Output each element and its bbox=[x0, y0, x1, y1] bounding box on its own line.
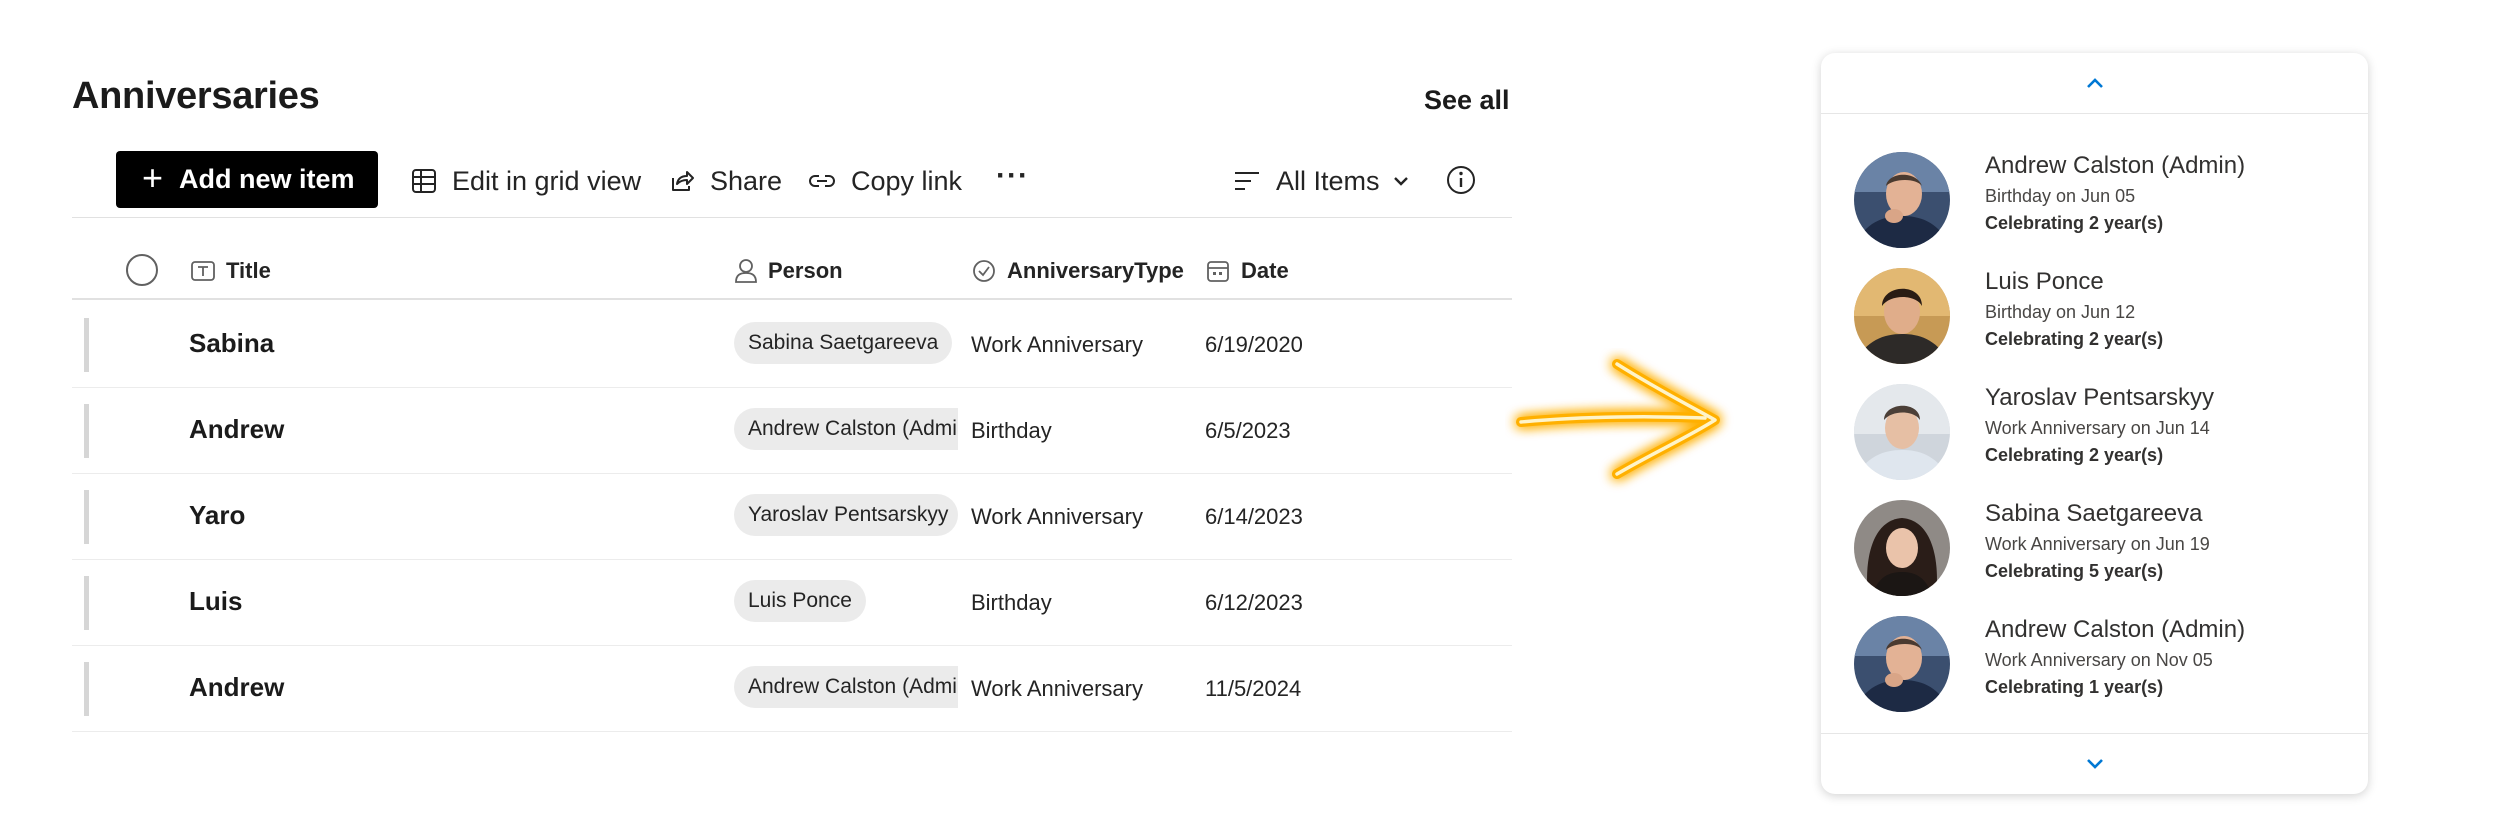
celebrating-text: Celebrating 2 year(s) bbox=[1985, 445, 2164, 465]
edit-in-grid-view-button[interactable]: Edit in grid view bbox=[410, 163, 641, 199]
celebration-item[interactable]: Sabina Saetgareeva Work Anniversary on J… bbox=[1821, 500, 2368, 616]
table-row[interactable]: Andrew Andrew Calston (Admin) Work Anniv… bbox=[72, 646, 1512, 732]
column-header-title[interactable]: Title bbox=[190, 258, 271, 284]
row-date: 6/19/2020 bbox=[1205, 332, 1303, 357]
add-new-item-label: Add new item bbox=[179, 164, 355, 194]
row-anniversary-type: Birthday bbox=[971, 590, 1052, 615]
column-type-label: AnniversaryType bbox=[1007, 258, 1184, 283]
person-name: Luis Ponce bbox=[1985, 268, 2104, 295]
share-label: Share bbox=[710, 165, 783, 196]
event-text: Work Anniversary on Jun 14 bbox=[1985, 418, 2210, 438]
list-title: Anniversaries bbox=[72, 75, 320, 117]
row-anniversary-type: Work Anniversary bbox=[971, 504, 1143, 529]
row-select-bar[interactable] bbox=[84, 576, 89, 630]
person-name: Andrew Calston (Admin) bbox=[1985, 616, 2246, 643]
anniversaries-web-part-card: Andrew Calston (Admin) Birthday on Jun 0… bbox=[1821, 53, 2368, 794]
grid-icon bbox=[412, 169, 436, 193]
select-all-checkbox[interactable] bbox=[124, 252, 170, 288]
row-select-bar[interactable] bbox=[84, 490, 89, 544]
info-button[interactable] bbox=[1445, 162, 1477, 198]
event-text: Birthday on Jun 05 bbox=[1985, 186, 2136, 206]
copy-link-button[interactable]: Copy link bbox=[807, 163, 962, 199]
avatar bbox=[1854, 384, 1950, 480]
celebrating-text: Celebrating 5 year(s) bbox=[1985, 561, 2164, 581]
row-select-bar[interactable] bbox=[84, 662, 89, 716]
row-title[interactable]: Yaro bbox=[189, 500, 245, 531]
person-pill[interactable]: Luis Ponce bbox=[734, 580, 866, 622]
view-selector-label: All Items bbox=[1276, 165, 1380, 196]
chevron-down-icon bbox=[2086, 759, 2103, 769]
choice-check-icon bbox=[973, 260, 995, 282]
event-text: Work Anniversary on Nov 05 bbox=[1985, 650, 2213, 670]
glowing-arrow-icon bbox=[1516, 359, 1720, 479]
avatar bbox=[1854, 152, 1950, 248]
link-icon bbox=[809, 175, 835, 187]
row-date: 6/14/2023 bbox=[1205, 504, 1303, 529]
person-pill[interactable]: Sabina Saetgareeva bbox=[734, 322, 953, 364]
celebration-item[interactable]: Yaroslav Pentsarskyy Work Anniversary on… bbox=[1821, 384, 2368, 500]
scroll-down-button[interactable] bbox=[1821, 733, 2368, 794]
more-actions-button[interactable]: ··· bbox=[996, 158, 1029, 194]
person-icon bbox=[735, 259, 757, 283]
table-row[interactable]: Yaro Yaroslav Pentsarskyy Work Anniversa… bbox=[72, 474, 1512, 560]
column-date-label: Date bbox=[1241, 258, 1289, 283]
avatar bbox=[1854, 616, 1950, 712]
column-person-label: Person bbox=[768, 258, 843, 283]
table-row[interactable]: Andrew Andrew Calston (Admin) Birthday 6… bbox=[72, 388, 1512, 474]
person-pill[interactable]: Andrew Calston (Admin) bbox=[734, 666, 958, 708]
row-anniversary-type: Work Anniversary bbox=[971, 676, 1143, 701]
person-pill[interactable]: Andrew Calston (Admin) bbox=[734, 408, 958, 450]
row-date: 11/5/2024 bbox=[1205, 676, 1302, 701]
table-row[interactable]: Luis Luis Ponce Birthday 6/12/2023 bbox=[72, 560, 1512, 646]
person-name: Andrew Calston (Admin) bbox=[1985, 152, 2246, 179]
person-name: Sabina Saetgareeva bbox=[1985, 500, 2203, 527]
event-text: Work Anniversary on Jun 19 bbox=[1985, 534, 2210, 554]
calendar-icon bbox=[1207, 261, 1229, 282]
text-field-icon bbox=[191, 261, 215, 281]
row-title[interactable]: Andrew bbox=[189, 414, 284, 445]
column-header-anniversary-type[interactable]: AnniversaryType bbox=[971, 258, 1184, 284]
share-icon bbox=[672, 171, 694, 191]
row-date: 6/5/2023 bbox=[1205, 418, 1291, 443]
view-selector[interactable]: All Items bbox=[1232, 163, 1412, 199]
toolbar-divider bbox=[72, 217, 1512, 218]
person-name: Yaroslav Pentsarskyy bbox=[1985, 384, 2214, 411]
copy-link-label: Copy link bbox=[851, 165, 963, 196]
column-header-person[interactable]: Person bbox=[734, 258, 843, 284]
chevron-up-icon bbox=[2086, 78, 2103, 88]
row-anniversary-type: Work Anniversary bbox=[971, 332, 1143, 357]
edit-in-grid-view-label: Edit in grid view bbox=[452, 165, 642, 196]
row-title[interactable]: Sabina bbox=[189, 328, 274, 359]
chevron-down-icon bbox=[1393, 177, 1408, 186]
column-header-date[interactable]: Date bbox=[1205, 258, 1289, 284]
row-select-bar[interactable] bbox=[84, 318, 89, 372]
add-new-item-button[interactable]: + Add new item bbox=[116, 151, 378, 208]
row-title[interactable]: Luis bbox=[189, 586, 242, 617]
celebration-item[interactable]: Andrew Calston (Admin) Work Anniversary … bbox=[1821, 616, 2368, 732]
celebrating-text: Celebrating 1 year(s) bbox=[1985, 677, 2164, 697]
table-header: Title Person AnniversaryType Date bbox=[72, 240, 1512, 300]
plus-icon: + bbox=[142, 156, 164, 198]
column-title-label: Title bbox=[226, 258, 271, 283]
celebration-item[interactable]: Andrew Calston (Admin) Birthday on Jun 0… bbox=[1821, 152, 2368, 268]
circle-check-icon bbox=[126, 254, 158, 286]
row-date: 6/12/2023 bbox=[1205, 590, 1303, 615]
celebrating-text: Celebrating 2 year(s) bbox=[1985, 213, 2164, 233]
row-title[interactable]: Andrew bbox=[189, 672, 284, 703]
person-pill[interactable]: Yaroslav Pentsarskyy bbox=[734, 494, 958, 536]
event-text: Birthday on Jun 12 bbox=[1985, 302, 2136, 322]
celebration-item[interactable]: Luis Ponce Birthday on Jun 12 Celebratin… bbox=[1821, 268, 2368, 384]
celebrating-text: Celebrating 2 year(s) bbox=[1985, 329, 2164, 349]
avatar bbox=[1854, 500, 1950, 596]
scroll-up-button[interactable] bbox=[1821, 53, 2368, 114]
view-lines-icon bbox=[1235, 172, 1259, 190]
table-row[interactable]: Sabina Sabina Saetgareeva Work Anniversa… bbox=[72, 302, 1512, 388]
see-all-link[interactable]: See all bbox=[1424, 85, 1510, 116]
info-icon bbox=[1447, 166, 1475, 194]
share-button[interactable]: Share bbox=[668, 163, 782, 199]
row-anniversary-type: Birthday bbox=[971, 418, 1052, 443]
row-select-bar[interactable] bbox=[84, 404, 89, 458]
avatar bbox=[1854, 268, 1950, 364]
